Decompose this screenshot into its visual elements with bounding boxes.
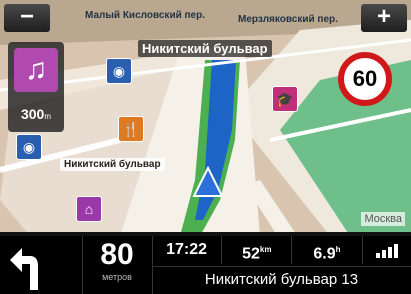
street-label: Мерзляковский пер.: [238, 14, 338, 25]
poi-blue-icon[interactable]: ◉: [16, 134, 42, 160]
remaining-distance: 52km: [221, 236, 291, 264]
education-icon[interactable]: 🎓: [272, 86, 298, 112]
navigation-screen: − + Малый Кисловский пер. Мерзляковский …: [0, 0, 411, 294]
zoom-out-button[interactable]: −: [4, 4, 50, 32]
music-icon: ♫: [14, 48, 58, 92]
turn-distance: 80 метров: [82, 236, 152, 294]
poi-distance: 300m: [20, 106, 52, 122]
gps-signal-icon: [361, 236, 411, 264]
turn-left-arrow-icon: [10, 248, 38, 290]
next-turn[interactable]: [0, 236, 82, 294]
map-view[interactable]: − + Малый Кисловский пер. Мерзляковский …: [0, 0, 411, 240]
turn-distance-value: 80: [100, 238, 134, 271]
street-label: Малый Кисловский пер.: [85, 10, 205, 21]
poi-blue-icon[interactable]: ◉: [106, 58, 132, 84]
current-street: Никитский бульвар 13: [152, 266, 411, 293]
remaining-time: 6.9h: [291, 236, 361, 264]
zoom-in-button[interactable]: +: [361, 4, 407, 32]
street-label: Никитский бульвар: [138, 40, 272, 57]
building-icon[interactable]: ⌂: [76, 196, 102, 222]
bottom-panel: 80 метров 17:22 52km 6.9h Никитский буль…: [0, 236, 411, 294]
restaurant-icon[interactable]: 🍴: [118, 116, 144, 142]
arrival-time: 17:22: [166, 241, 208, 258]
trip-info[interactable]: 17:22 52km 6.9h: [152, 236, 411, 264]
street-label: Никитский бульвар: [60, 158, 165, 171]
poi-panel[interactable]: ♫ 300m: [8, 42, 64, 132]
turn-distance-unit: метров: [102, 272, 132, 282]
city-label: Москва: [361, 212, 405, 226]
speed-limit-sign: 60: [338, 52, 392, 106]
